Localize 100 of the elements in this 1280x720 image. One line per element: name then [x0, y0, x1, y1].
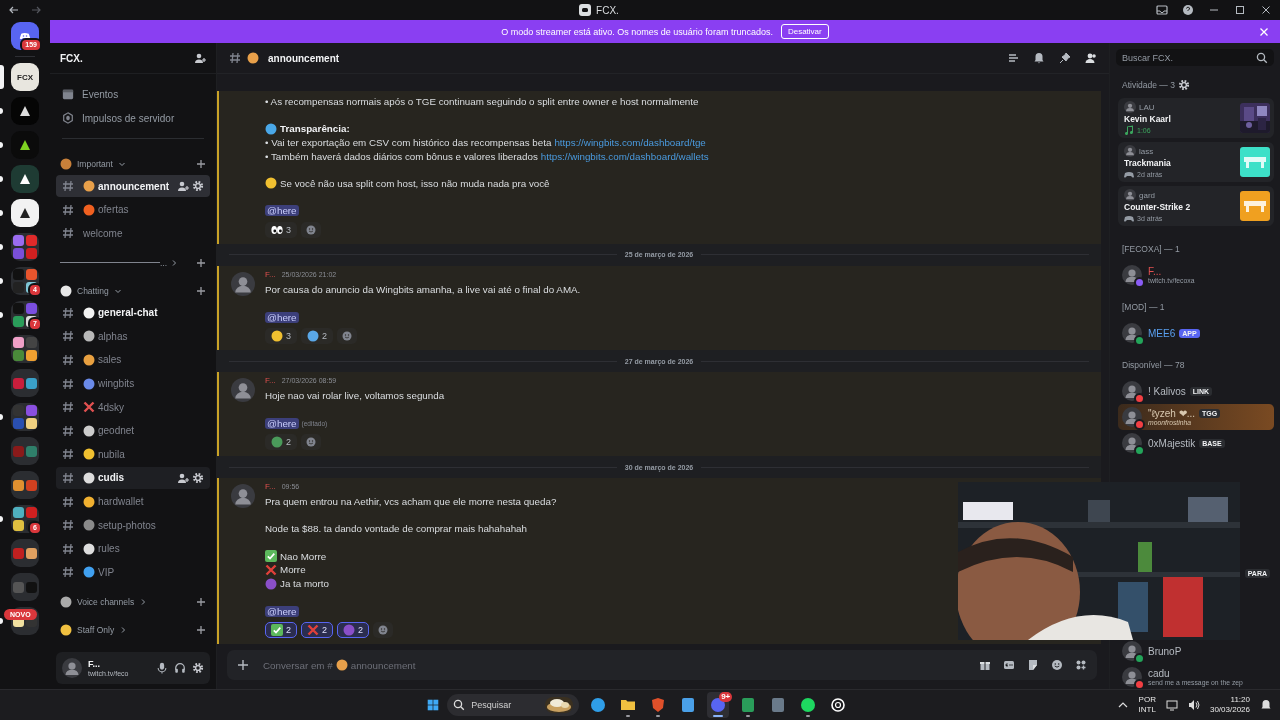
- server-folder[interactable]: [11, 267, 39, 295]
- app-icon[interactable]: [830, 697, 847, 713]
- server-folder[interactable]: [11, 369, 39, 397]
- channel-item[interactable]: geodnet: [56, 419, 210, 442]
- member-name[interactable]: cadu: [1148, 668, 1170, 679]
- mention[interactable]: @here: [265, 417, 299, 429]
- disable-button[interactable]: Desativar: [780, 24, 829, 39]
- message-link[interactable]: https://wingbits.com/dashboard/wallets: [540, 149, 709, 164]
- member-name[interactable]: MEE6: [1148, 327, 1176, 339]
- active-app-tile[interactable]: 9+: [707, 692, 730, 718]
- channel-item[interactable]: rules: [56, 537, 210, 560]
- add-channel-icon[interactable]: [196, 624, 206, 635]
- app-icon[interactable]: [800, 697, 817, 713]
- category-name[interactable]: Voice channels: [77, 596, 135, 607]
- member-name[interactable]: F...: [1148, 266, 1162, 277]
- threads-icon[interactable]: [1007, 52, 1019, 64]
- bell-icon[interactable]: [1033, 52, 1045, 64]
- server-icon[interactable]: [11, 165, 39, 193]
- reaction[interactable]: 2: [265, 434, 297, 451]
- taskbar-search[interactable]: Pesquisar: [447, 694, 580, 716]
- member-name[interactable]: "ℓyzeh ❤...: [1148, 408, 1196, 419]
- search-field[interactable]: Buscar FCX.: [1116, 49, 1274, 66]
- add-reaction-icon[interactable]: [342, 331, 353, 342]
- channel-item[interactable]: sales: [56, 348, 210, 371]
- server-folder[interactable]: [11, 539, 39, 567]
- server-icon[interactable]: FCX: [11, 63, 39, 91]
- add-member-icon[interactable]: [194, 52, 206, 64]
- reaction[interactable]: 2: [301, 622, 334, 638]
- server-folder[interactable]: [11, 335, 39, 363]
- help-icon[interactable]: [1182, 4, 1194, 16]
- channel-item[interactable]: welcome: [56, 222, 210, 245]
- server-icon[interactable]: [11, 131, 39, 159]
- app-icon[interactable]: [620, 697, 637, 713]
- author-name[interactable]: F...: [265, 269, 276, 279]
- channel-item[interactable]: cudis: [56, 466, 210, 489]
- notification-bell-icon[interactable]: [1260, 699, 1272, 711]
- settings-icon[interactable]: [192, 180, 204, 192]
- volume-icon[interactable]: [1187, 699, 1200, 711]
- author-name[interactable]: F...: [265, 482, 276, 492]
- author-name[interactable]: F...: [265, 376, 276, 386]
- channel-item[interactable]: 4dsky: [56, 396, 210, 419]
- member-name[interactable]: 0xMajestik: [1148, 437, 1196, 449]
- inbox-icon[interactable]: [1156, 4, 1168, 16]
- category-name[interactable]: ...: [159, 257, 167, 268]
- settings-icon[interactable]: [192, 471, 204, 484]
- members-icon[interactable]: [1085, 52, 1097, 64]
- channel-item[interactable]: VIP: [56, 561, 210, 584]
- mention[interactable]: @here: [265, 605, 299, 617]
- reaction[interactable]: 2: [301, 328, 334, 345]
- back-icon[interactable]: [8, 4, 20, 16]
- add-channel-icon[interactable]: [196, 257, 206, 268]
- add-member-icon[interactable]: [177, 471, 189, 484]
- channel-item[interactable]: setup-photos: [56, 514, 210, 537]
- channel-item[interactable]: ofertas: [56, 198, 210, 221]
- category-name[interactable]: Chatting: [77, 285, 109, 296]
- server-folder[interactable]: [11, 403, 39, 431]
- forward-icon[interactable]: [30, 4, 42, 16]
- network-icon[interactable]: [1165, 699, 1178, 711]
- server-icon[interactable]: [11, 97, 39, 125]
- channel-item[interactable]: announcement: [56, 175, 210, 197]
- maximize-icon[interactable]: [1234, 4, 1246, 16]
- category-name[interactable]: Staff Only: [77, 624, 115, 635]
- language-indicator[interactable]: POR INTL: [1138, 695, 1156, 715]
- headphones-icon[interactable]: [174, 662, 186, 674]
- close-icon[interactable]: [1258, 26, 1270, 38]
- server-name[interactable]: FCX.: [60, 52, 83, 64]
- member-name[interactable]: BrunoP: [1148, 645, 1182, 657]
- start-icon[interactable]: [427, 699, 440, 711]
- clock[interactable]: 11:20 30/03/2026: [1209, 695, 1250, 715]
- settings-icon[interactable]: [1177, 79, 1190, 91]
- reaction[interactable]: 2: [337, 622, 370, 638]
- pin-icon[interactable]: [1059, 52, 1071, 64]
- emoji-icon[interactable]: [1051, 659, 1063, 671]
- sticker-icon[interactable]: [1027, 659, 1039, 671]
- apps-icon[interactable]: [1075, 659, 1087, 671]
- close-icon[interactable]: [1260, 4, 1272, 16]
- add-reaction-icon[interactable]: [306, 224, 316, 235]
- gift-icon[interactable]: [979, 659, 991, 671]
- channel-item[interactable]: wingbits: [56, 372, 210, 395]
- gif-icon[interactable]: [1003, 659, 1015, 671]
- mention[interactable]: @here: [265, 205, 299, 217]
- reaction[interactable]: 3: [265, 328, 297, 345]
- server-folder[interactable]: [11, 471, 39, 499]
- sidebar-item[interactable]: Impulsos de servidor: [56, 106, 210, 130]
- channel-item[interactable]: alphas: [56, 325, 210, 348]
- mention[interactable]: @here: [265, 311, 299, 323]
- sidebar-item[interactable]: Eventos: [56, 82, 210, 106]
- add-member-icon[interactable]: [177, 180, 189, 192]
- settings-icon[interactable]: [192, 662, 204, 674]
- add-attachment-icon[interactable]: [237, 659, 249, 671]
- add-reaction-icon[interactable]: [306, 437, 316, 448]
- app-icon[interactable]: [680, 697, 697, 713]
- channel-item[interactable]: general-chat: [56, 301, 210, 324]
- reaction[interactable]: 3: [265, 221, 297, 238]
- channel-item[interactable]: hardwallet: [56, 490, 210, 513]
- add-channel-icon[interactable]: [196, 596, 206, 607]
- add-channel-icon[interactable]: [196, 159, 206, 169]
- member-name[interactable]: ! Kalivos: [1148, 385, 1186, 397]
- server-folder[interactable]: [11, 301, 39, 329]
- add-reaction-icon[interactable]: [378, 625, 389, 635]
